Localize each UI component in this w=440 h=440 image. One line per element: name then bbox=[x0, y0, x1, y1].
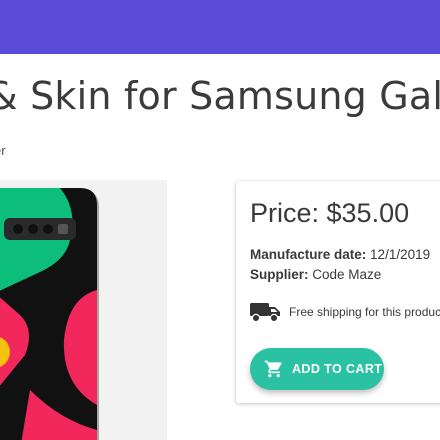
supplier-label: Supplier: bbox=[250, 267, 309, 282]
supplier: Supplier: Code Maze bbox=[250, 267, 381, 282]
truck-icon bbox=[250, 303, 280, 323]
shipping-text: Free shipping for this produc bbox=[289, 305, 440, 319]
phone-case-image bbox=[0, 188, 99, 440]
product-details-card: Price: $35.00 Manufacture date: 12/1/201… bbox=[236, 181, 440, 403]
product-title: & Skin for Samsung Gal bbox=[0, 74, 440, 118]
top-app-bar bbox=[0, 0, 440, 54]
manufacture-date-label: Manufacture date: bbox=[250, 247, 367, 262]
manufacture-date: Manufacture date: 12/1/2019 bbox=[250, 247, 430, 262]
product-image bbox=[0, 180, 167, 440]
manufacture-date-value: 12/1/2019 bbox=[370, 247, 431, 262]
price-label: Price: $35.00 bbox=[250, 198, 410, 228]
supplier-value: Code Maze bbox=[312, 267, 382, 282]
cart-icon bbox=[264, 360, 282, 378]
breadcrumb: er bbox=[0, 143, 6, 158]
add-to-cart-button[interactable]: ADD TO CART bbox=[250, 348, 384, 390]
add-to-cart-label: ADD TO CART bbox=[292, 362, 383, 376]
shipping-info: Free shipping for this produc bbox=[250, 301, 440, 323]
